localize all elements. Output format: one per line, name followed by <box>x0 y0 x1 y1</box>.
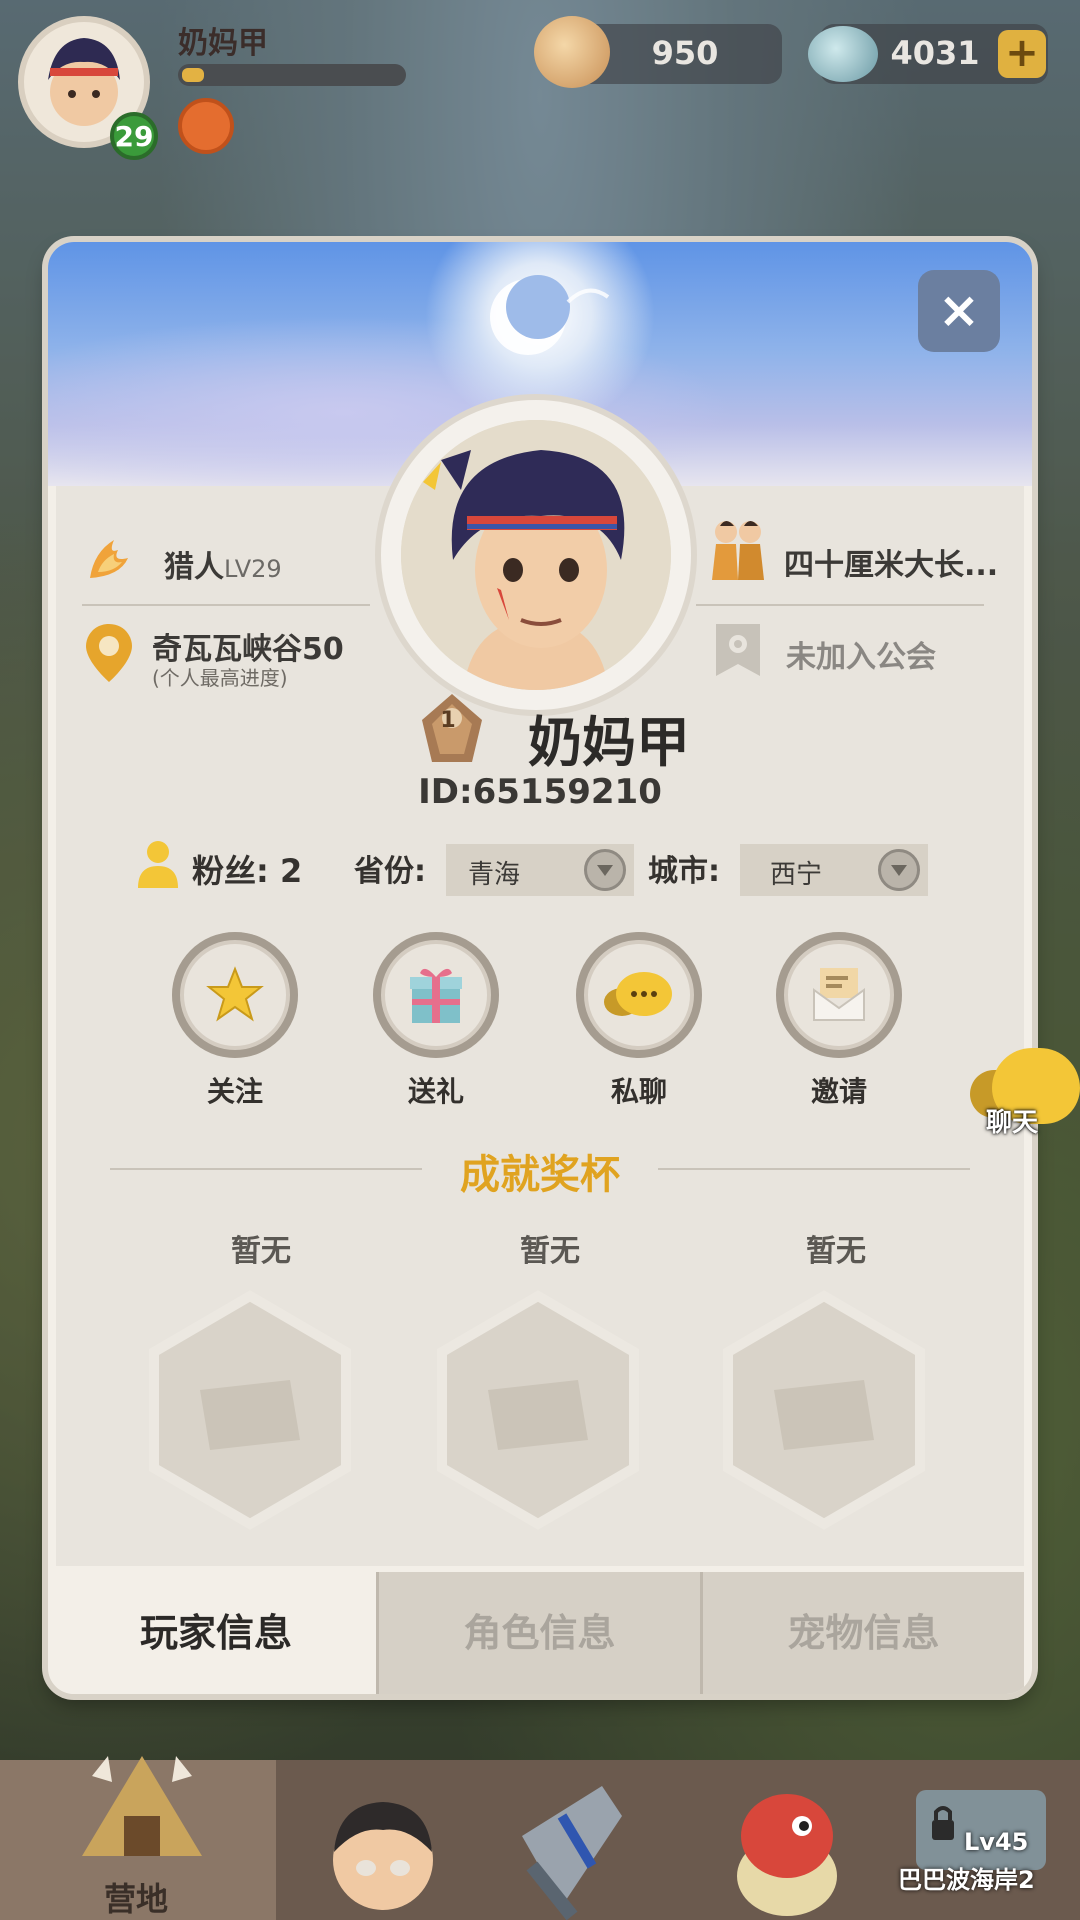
fans-caption: 粉丝: <box>192 852 269 890</box>
tab-pet-info[interactable]: 宠物信息 <box>700 1572 1024 1694</box>
fans-label: 粉丝: 2 <box>192 846 302 892</box>
chevron-down-icon <box>878 849 920 891</box>
nav-equipment-icon[interactable] <box>502 1776 642 1920</box>
gift-button[interactable] <box>373 932 499 1058</box>
locked-level: Lv45 <box>964 1828 1029 1856</box>
character-portrait <box>401 420 671 690</box>
follow-button[interactable] <box>172 932 298 1058</box>
trophy-slot-label: 暂无 <box>806 1234 866 1269</box>
guild-status: 未加入公会 <box>786 640 936 675</box>
hunter-class-icon <box>90 540 128 578</box>
divider <box>82 604 370 606</box>
chevron-down-icon <box>584 849 626 891</box>
class-name: 猎人 <box>164 550 224 585</box>
trophy-slot-empty-icon[interactable] <box>428 1290 648 1530</box>
moon-icon <box>490 275 610 355</box>
buff-icon[interactable] <box>178 98 234 154</box>
fans-person-icon <box>138 841 178 888</box>
trophy-slot-empty-icon[interactable] <box>140 1290 360 1530</box>
currency-pearl-value: 4031 <box>890 34 980 72</box>
guild-banner-icon <box>716 624 760 676</box>
chat-label[interactable]: 聊天 <box>986 1102 1038 1139</box>
province-select[interactable]: 青海 <box>446 844 634 896</box>
chat-icon <box>604 972 672 1016</box>
locked-area-name: 巴巴波海岸2 <box>898 1866 1035 1894</box>
shell-currency-icon <box>534 16 610 88</box>
nav-character-icon[interactable] <box>318 1790 448 1920</box>
profile-name: 奶妈甲 <box>528 711 690 774</box>
partner-couple-icon <box>712 521 764 580</box>
partner-name[interactable]: 四十厘米大长... <box>784 540 998 584</box>
divider <box>696 604 984 606</box>
trophy-slot-empty-icon[interactable] <box>714 1290 934 1530</box>
gift-icon <box>410 968 462 1023</box>
currency-shell-value: 950 <box>651 34 719 72</box>
trophy-slot-label: 暂无 <box>520 1234 580 1269</box>
private-chat-button[interactable] <box>576 932 702 1058</box>
city-label: 城市: <box>648 854 720 889</box>
nav-pet-icon[interactable] <box>722 1776 852 1920</box>
profile-panel: × 猎人LV29 奇瓦瓦峡谷50 (个人最高进度) 四十厘米大长... 未加入公… <box>48 242 1032 1694</box>
invite-button[interactable] <box>776 932 902 1058</box>
star-icon <box>206 966 264 1022</box>
player-id: ID:65159210 <box>418 772 662 812</box>
invite-label: 邀请 <box>810 1075 867 1108</box>
city-select[interactable]: 西宁 <box>740 844 928 896</box>
xp-bar-fill <box>182 68 204 82</box>
close-button[interactable]: × <box>918 270 1000 352</box>
rank-number: 1 <box>440 708 456 733</box>
class-label: 猎人LV29 <box>164 542 282 586</box>
nav-camp-label: 营地 <box>104 1880 169 1918</box>
class-level: LV29 <box>224 555 282 583</box>
trophy-slot-label: 暂无 <box>231 1234 291 1269</box>
follow-label: 关注 <box>206 1075 263 1108</box>
province-label: 省份: <box>354 854 426 889</box>
hunter-portrait-icon <box>401 420 671 690</box>
player-name: 奶妈甲 <box>178 26 268 61</box>
gift-label: 送礼 <box>407 1075 464 1108</box>
tab-character-info[interactable]: 角色信息 <box>376 1572 700 1694</box>
private-chat-label: 私聊 <box>610 1075 667 1108</box>
province-value: 青海 <box>468 860 521 890</box>
xp-bar <box>178 64 406 86</box>
player-level-badge: 29 <box>110 112 158 160</box>
fans-count: 2 <box>279 852 303 890</box>
location-pin-icon <box>86 624 132 682</box>
tab-player-info[interactable]: 玩家信息 <box>56 1572 376 1694</box>
trophy-section-title: 成就奖杯 <box>460 1152 620 1198</box>
location-hint: (个人最高进度) <box>152 666 288 690</box>
camp-hut-icon <box>82 1756 202 1856</box>
pearl-currency-icon <box>808 26 878 82</box>
mail-icon <box>813 968 865 1021</box>
city-value: 西宁 <box>770 860 823 890</box>
add-currency-button[interactable]: + <box>998 30 1046 78</box>
